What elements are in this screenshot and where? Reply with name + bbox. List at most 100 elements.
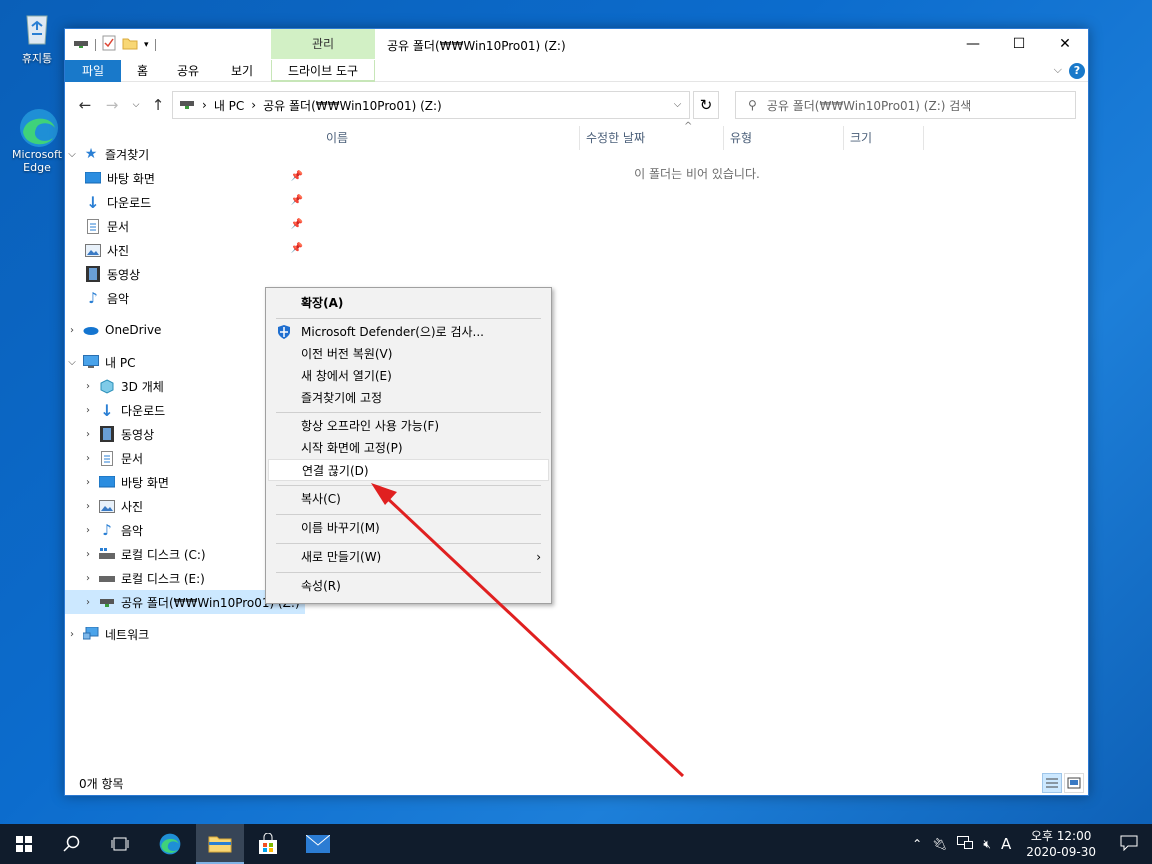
task-view-button[interactable] bbox=[96, 824, 144, 864]
edge-desktop-icon[interactable]: Microsoft Edge bbox=[7, 106, 67, 174]
back-button[interactable]: ← bbox=[74, 94, 96, 116]
nav-label: 문서 bbox=[107, 219, 130, 234]
expand-icon[interactable]: › bbox=[81, 405, 95, 416]
menu-properties[interactable]: 속성(R) bbox=[268, 575, 549, 597]
breadcrumb-share[interactable]: 공유 폴더(₩₩Win10Pro01) (Z:) bbox=[263, 97, 442, 114]
menu-label: 새로 만들기(W) bbox=[301, 550, 382, 564]
column-type[interactable]: 유형 bbox=[724, 126, 844, 150]
collapse-icon[interactable]: ⌵ bbox=[65, 357, 79, 368]
notification-center-icon[interactable] bbox=[1106, 835, 1152, 854]
large-icons-view-button[interactable] bbox=[1064, 773, 1084, 793]
menu-restore-previous[interactable]: 이전 버전 복원(V) bbox=[268, 343, 549, 365]
refresh-button[interactable]: ↻ bbox=[693, 91, 719, 119]
expand-icon[interactable]: › bbox=[65, 325, 79, 336]
recycle-bin-desktop-icon[interactable]: 휴지통 bbox=[7, 8, 67, 66]
close-button[interactable]: ✕ bbox=[1042, 29, 1088, 59]
menu-pin-quick-access[interactable]: 즐겨찾기에 고정 bbox=[268, 387, 549, 409]
clock-date: 2020-09-30 bbox=[1026, 845, 1096, 859]
customize-toolbar-chevron-icon[interactable]: ▾ bbox=[144, 40, 149, 50]
column-size[interactable]: 크기 bbox=[844, 126, 924, 150]
tab-home[interactable]: 홈 bbox=[125, 60, 160, 82]
nav-label: 3D 개체 bbox=[121, 379, 164, 394]
task-view-icon bbox=[111, 837, 129, 851]
nav-qa-desktop[interactable]: 바탕 화면 📌 bbox=[65, 166, 305, 190]
nav-qa-videos[interactable]: 동영상 bbox=[65, 262, 305, 286]
new-folder-icon[interactable] bbox=[122, 36, 138, 53]
address-dropdown-icon[interactable]: ⌵ bbox=[665, 91, 690, 119]
expand-icon[interactable]: › bbox=[81, 453, 95, 464]
volume-muted-icon[interactable]: 🔇︎ bbox=[978, 837, 996, 852]
up-button[interactable]: ↑ bbox=[147, 94, 169, 116]
taskbar-file-explorer[interactable] bbox=[196, 824, 244, 864]
address-bar[interactable]: › 내 PC › 공유 폴더(₩₩Win10Pro01) (Z:) bbox=[172, 91, 690, 119]
edge-icon bbox=[17, 106, 58, 147]
menu-expand[interactable]: 확장(A) bbox=[268, 292, 549, 314]
details-view-button[interactable] bbox=[1042, 773, 1062, 793]
maximize-button[interactable]: ☐ bbox=[996, 29, 1042, 59]
menu-always-offline[interactable]: 항상 오프라인 사용 가능(F) bbox=[268, 415, 549, 437]
menu-defender-scan[interactable]: Microsoft Defender(으)로 검사... bbox=[268, 321, 549, 343]
breadcrumb-chevron-icon[interactable]: › bbox=[202, 98, 207, 112]
power-icon[interactable]: 🔌︎ bbox=[927, 837, 952, 851]
expand-ribbon-icon[interactable]: ⌵ bbox=[1054, 63, 1062, 77]
breadcrumb-this-pc[interactable]: 내 PC bbox=[214, 97, 244, 114]
nav-quick-access[interactable]: ⌵ ★ 즐겨찾기 bbox=[65, 142, 305, 166]
expand-icon[interactable]: › bbox=[81, 573, 95, 584]
expand-icon[interactable]: › bbox=[81, 477, 95, 488]
nav-qa-downloads[interactable]: ↓ 다운로드 📌 bbox=[65, 190, 305, 214]
properties-icon[interactable] bbox=[102, 35, 116, 54]
expand-icon[interactable]: › bbox=[65, 629, 79, 640]
network-tray-icon[interactable] bbox=[952, 835, 978, 853]
column-name[interactable]: 이름 bbox=[320, 126, 580, 150]
expand-icon[interactable]: › bbox=[81, 549, 95, 560]
nav-network[interactable]: › 네트워크 bbox=[65, 622, 305, 646]
taskbar: ⌃ 🔌︎ 🔇︎ A 오후 12:00 2020-09-30 bbox=[0, 824, 1152, 864]
cube-icon bbox=[99, 378, 115, 394]
show-hidden-icons-chevron-icon[interactable]: ⌃ bbox=[907, 837, 927, 851]
ime-indicator[interactable]: A bbox=[996, 835, 1016, 853]
start-button[interactable] bbox=[0, 824, 48, 864]
tab-view[interactable]: 보기 bbox=[219, 60, 265, 82]
menu-open-new-window[interactable]: 새 창에서 열기(E) bbox=[268, 365, 549, 387]
toolbar-separator bbox=[95, 38, 96, 51]
clock[interactable]: 오후 12:00 2020-09-30 bbox=[1016, 828, 1106, 860]
submenu-arrow-icon: › bbox=[536, 550, 541, 564]
collapse-icon[interactable]: ⌵ bbox=[65, 149, 79, 160]
column-date-modified[interactable]: 수정한 날짜 bbox=[580, 126, 724, 150]
forward-button[interactable]: → bbox=[101, 94, 123, 116]
window-title: 공유 폴더(₩₩Win10Pro01) (Z:) bbox=[387, 39, 566, 53]
nav-label: 사진 bbox=[107, 243, 130, 258]
nav-qa-documents[interactable]: 문서 📌 bbox=[65, 214, 305, 238]
menu-disconnect[interactable]: 연결 끊기(D) bbox=[268, 459, 549, 481]
tab-drive-tools[interactable]: 드라이브 도구 bbox=[271, 60, 375, 82]
taskbar-edge[interactable] bbox=[146, 824, 194, 864]
quick-access-toolbar: ▾ bbox=[73, 35, 156, 54]
expand-icon[interactable]: › bbox=[81, 525, 95, 536]
edge-label-line2: Edge bbox=[23, 161, 51, 174]
tab-share[interactable]: 공유 bbox=[165, 60, 211, 82]
taskbar-mail[interactable] bbox=[294, 824, 342, 864]
nav-qa-pictures[interactable]: 사진 📌 bbox=[65, 238, 305, 262]
folder-icon bbox=[208, 836, 232, 853]
taskbar-store[interactable] bbox=[244, 824, 292, 864]
expand-icon[interactable]: › bbox=[81, 597, 95, 608]
tab-file[interactable]: 파일 bbox=[65, 60, 121, 82]
expand-icon[interactable]: › bbox=[81, 381, 95, 392]
search-input[interactable]: ⚲ 공유 폴더(₩₩Win10Pro01) (Z:) 검색 bbox=[735, 91, 1076, 119]
menu-new[interactable]: 새로 만들기(W) › bbox=[268, 546, 549, 568]
nav-label: 로컬 디스크 (C:) bbox=[121, 547, 206, 562]
help-icon[interactable]: ? bbox=[1069, 63, 1085, 79]
minimize-button[interactable]: — bbox=[950, 29, 996, 59]
menu-copy[interactable]: 복사(C) bbox=[268, 488, 549, 510]
search-button[interactable] bbox=[48, 824, 96, 864]
menu-pin-start[interactable]: 시작 화면에 고정(P) bbox=[268, 437, 549, 459]
menu-label: Microsoft Defender(으)로 검사... bbox=[301, 325, 484, 339]
recent-locations-icon[interactable]: ⌵ bbox=[125, 94, 147, 116]
menu-rename[interactable]: 이름 바꾸기(M) bbox=[268, 517, 549, 539]
expand-icon[interactable]: › bbox=[81, 429, 95, 440]
breadcrumb-chevron-icon[interactable]: › bbox=[251, 98, 256, 112]
search-icon bbox=[63, 835, 80, 852]
expand-icon[interactable]: › bbox=[81, 501, 95, 512]
system-drive-icon bbox=[99, 546, 115, 562]
mail-icon bbox=[306, 835, 330, 853]
